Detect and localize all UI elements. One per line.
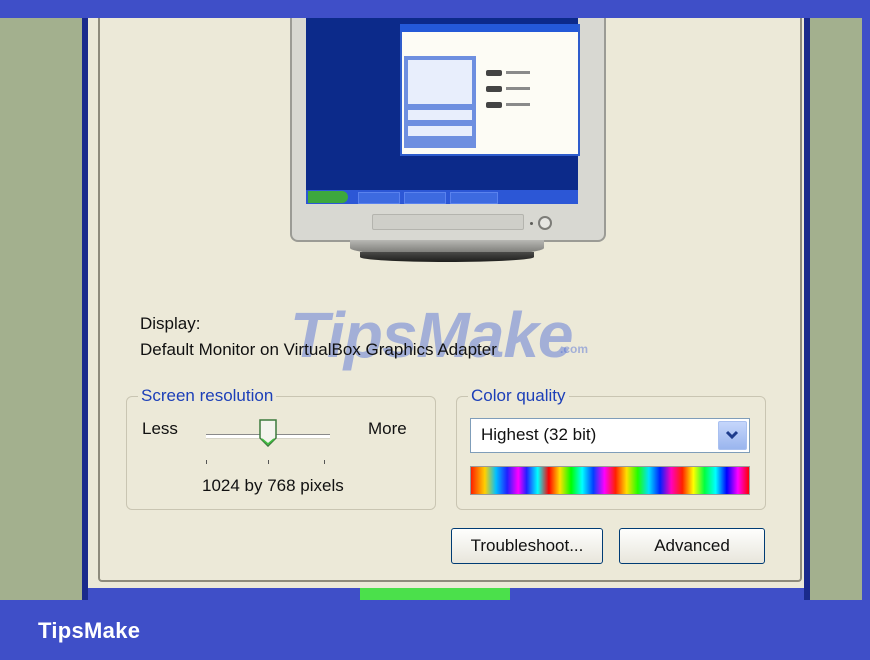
top-frame-bar [0,0,870,18]
footer-brand-text: TipsMake [38,618,141,643]
taskbar-item [450,192,498,204]
resolution-slider-thumb[interactable] [259,419,277,448]
power-button-icon [538,216,552,230]
slider-thumb-icon [259,419,277,448]
preview-sidebar-block [408,60,472,104]
start-button-icon [308,191,348,203]
advanced-button[interactable]: Advanced [619,528,765,564]
slider-tick [324,460,325,464]
color-spectrum-bar [470,466,750,495]
preview-window-titlebar [400,24,578,32]
display-heading: Display: [140,314,201,333]
troubleshoot-button[interactable]: Troubleshoot... [451,528,603,564]
drive-icon [486,86,502,92]
watermark-suffix: .com [560,342,589,356]
color-quality-select[interactable]: Highest (32 bit) [470,418,750,453]
left-background [0,18,82,600]
preview-sidebar-block [408,110,472,120]
power-led-icon [530,222,533,225]
drive-icon [486,102,502,108]
taskbar-item [404,192,446,204]
window-right-edge [804,18,810,600]
right-background [810,18,862,600]
slider-tick [206,460,207,464]
color-quality-selected: Highest (32 bit) [481,425,597,444]
display-device-name: Default Monitor on VirtualBox Graphics A… [140,340,497,359]
chevron-down-icon [725,430,739,440]
color-quality-title: Color quality [468,386,569,406]
resolution-value: 1024 by 768 pixels [202,476,344,495]
preview-text-line [506,71,530,74]
monitor-bezel-panel [372,214,524,230]
preview-text-line [506,103,530,106]
preview-sidebar-block [408,126,472,136]
green-highlight-bar [360,588,510,600]
dropdown-button[interactable] [718,421,747,450]
watermark-logo: TipsMake [290,299,573,371]
screen-resolution-title: Screen resolution [138,386,277,406]
resolution-more-label: More [368,419,407,438]
resolution-less-label: Less [142,419,178,438]
monitor-stand-base [360,252,534,262]
slider-tick [268,460,269,464]
preview-window-sidebar [404,56,476,148]
taskbar-item [358,192,400,204]
preview-text-line [506,87,530,90]
drive-icon [486,70,502,76]
